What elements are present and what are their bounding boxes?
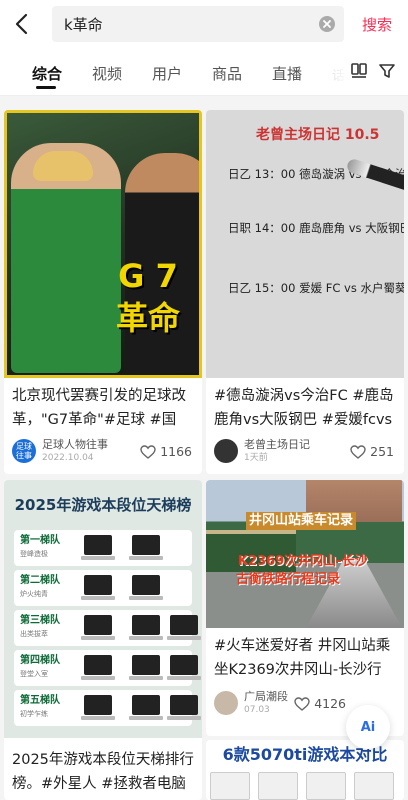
search-box[interactable] [52,6,344,42]
tab-products[interactable]: 商品 [212,63,242,84]
tab-all[interactable]: 综合 [32,63,62,84]
search-input[interactable] [64,15,294,33]
note-line: 日职 14：00 鹿岛鹿角 vs 大阪钢巴 [228,221,404,235]
card-4-image-sub: K2369次井冈山-长沙 [238,554,368,569]
author-name: 老曾主场日记 [244,438,310,451]
card-2-author[interactable]: 老曾主场日记 1天前 [214,438,310,464]
card-4-thumbnail[interactable]: 井冈山站乘车记录 K2369次井冈山-长沙 古衡铁路行程记录 [206,480,404,628]
result-tabs: 综合 视频 用户 商品 直播 话 [0,48,408,96]
card-4-likes[interactable]: 4126 [294,696,346,711]
tab-fade [318,48,348,95]
laptop-image [258,772,298,800]
avatar[interactable]: 足球 往事 [12,439,36,463]
search-header: 搜索 [0,0,408,48]
active-tab-indicator [36,86,56,89]
result-card-1[interactable]: G 7 革命 北京现代罢赛引发的足球改革，"G7革命"#足球 #国安… 足球 往… [4,110,202,474]
card-1-author[interactable]: 足球 往事 足球人物往事 2022.10.04 [12,438,108,464]
heart-icon [350,444,366,459]
card-2-likes[interactable]: 251 [350,444,394,459]
card-4-author[interactable]: 广局潮段 07.03 [214,690,288,716]
like-count: 251 [370,444,394,459]
card-1-likes[interactable]: 1166 [140,444,192,459]
laptop-image [354,772,394,800]
like-count: 4126 [314,696,346,711]
result-card-2[interactable]: 老曾主场日记 10.5 日乙 13：00 德岛漩涡 vs FC 今治 日职 14… [206,110,404,474]
card-1-title[interactable]: 北京现代罢赛引发的足球改革，"G7革命"#足球 #国安… [12,384,196,432]
note-title: 老曾主场日记 10.5 [256,127,380,143]
result-card-5[interactable]: 6款5070ti游戏本对比 [206,740,404,800]
clear-icon[interactable] [318,15,336,33]
laptop-image [210,772,250,800]
heart-icon [140,444,156,459]
avatar[interactable] [214,691,238,715]
rank-chart-title: 2025年游戏本段位天梯榜 [14,496,192,514]
rank-row: 第三梯队 出类拔萃 [14,610,201,646]
tab-video[interactable]: 视频 [92,63,122,84]
result-card-4[interactable]: 井冈山站乘车记录 K2369次井冈山-长沙 古衡铁路行程记录 #火车迷爱好者 井… [206,480,404,736]
post-date: 2022.10.04 [42,453,94,463]
tab-users[interactable]: 用户 [152,63,182,84]
author-name: 足球人物往事 [42,438,108,451]
search-button[interactable]: 搜索 [362,14,392,35]
like-count: 1166 [160,444,192,459]
rank-row: 第五梯队 初学乍练 [14,690,201,726]
card-1-thumbnail[interactable]: G 7 革命 [4,110,202,378]
filter-icon[interactable] [378,62,398,82]
card-4-image-sub: 古衡铁路行程记录 [236,572,341,587]
card-4-image-title: 井冈山站乘车记录 [246,512,357,530]
rank-row: 第二梯队 炉火纯青 [14,570,192,606]
heart-icon [294,696,310,711]
tab-live[interactable]: 直播 [272,63,302,84]
ai-assistant-button[interactable]: Ai [346,705,390,749]
card-3-thumbnail[interactable]: 2025年游戏本段位天梯榜 第一梯队 登峰造极 第二梯队 炉火纯青 第三梯队 出类拔萃… [4,480,202,738]
card-2-title[interactable]: #德岛漩涡vs今治FC #鹿岛鹿角vs大阪钢巴 #爱媛fcvs水… [214,384,398,432]
layout-icon[interactable] [350,62,370,82]
note-line: 日乙 15：00 爱媛 FC vs 水户蜀葵 [228,281,404,295]
avatar[interactable] [214,439,238,463]
post-date: 1天前 [244,453,268,463]
rank-row: 第一梯队 登峰造极 [14,530,192,566]
result-card-3[interactable]: 2025年游戏本段位天梯榜 第一梯队 登峰造极 第二梯队 炉火纯青 第三梯队 出类拔萃… [4,480,202,800]
card-5-thumbnail[interactable]: 6款5070ti游戏本对比 [206,740,404,800]
card-3-title[interactable]: 2025年游戏本段位天梯排行榜。#外星人 #拯救者电脑#… [12,748,196,796]
back-icon[interactable] [0,0,44,48]
laptop-image [306,772,346,800]
card-4-title[interactable]: #火车迷爱好者 井冈山站乘坐K2369次井冈山-长沙行程… [214,634,398,682]
author-name: 广局潮段 [244,690,288,703]
card-1-overlay-text: G 7 革命 [115,257,180,337]
rank-row: 第四梯队 登堂入室 [14,650,201,686]
post-date: 07.03 [244,705,270,715]
search-results-page: 搜索 综合 视频 用户 商品 直播 话 G 7 革命 北京现代罢赛引发的足球改革… [0,0,408,800]
card-2-thumbnail[interactable]: 老曾主场日记 10.5 日乙 13：00 德岛漩涡 vs FC 今治 日职 14… [206,110,404,378]
